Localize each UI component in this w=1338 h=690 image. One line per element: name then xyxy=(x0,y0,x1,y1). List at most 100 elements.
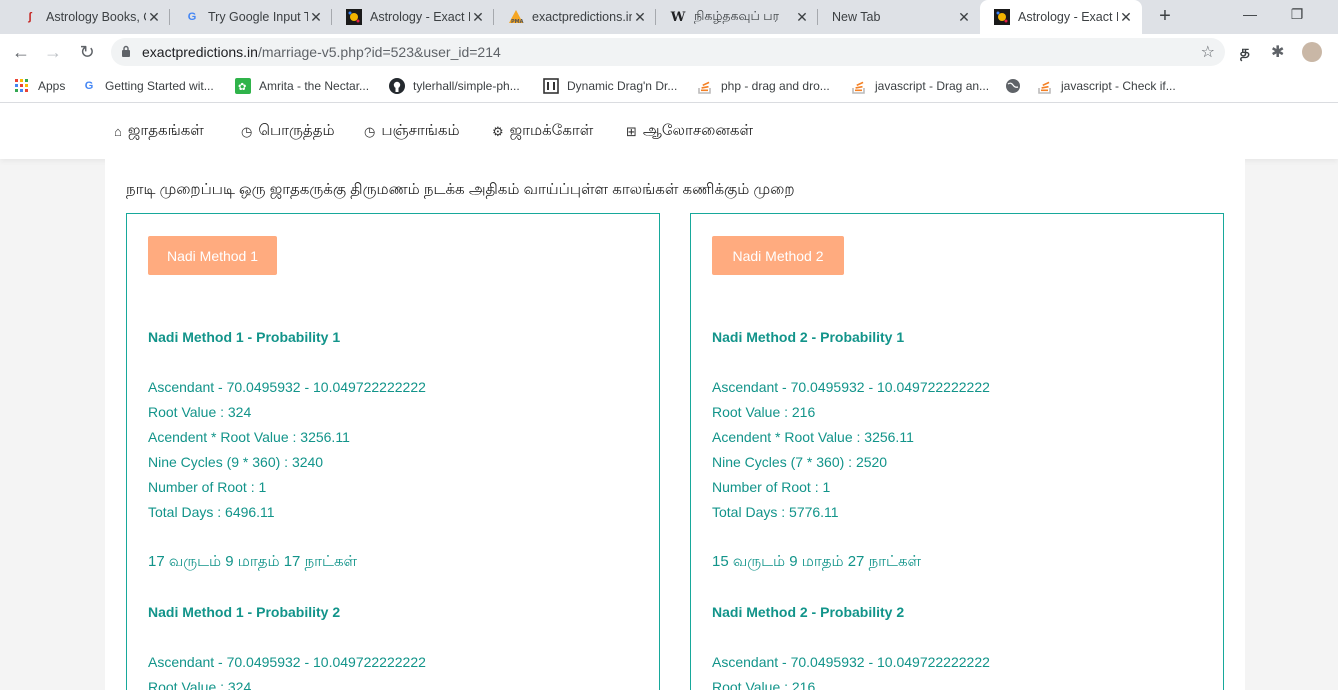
close-icon[interactable]: ✕ xyxy=(470,9,486,26)
nav-matching[interactable]: ◷ பொருத்தம் xyxy=(241,122,335,141)
tab-title: Astrology Books, C xyxy=(46,10,146,24)
book-icon xyxy=(543,78,559,94)
content-container: நாடி முறைப்படி ஒரு ஜாதகருக்கு திருமணம் ந… xyxy=(105,159,1245,690)
tab-5[interactable]: New Tab ✕ xyxy=(818,0,980,34)
nadi-method-1-button[interactable]: Nadi Method 1 xyxy=(148,236,277,275)
ascendant-root-value: Acendent * Root Value : 3256.11 xyxy=(148,429,350,445)
close-icon[interactable]: ✕ xyxy=(146,9,162,26)
site-navbar: ⌂ ஜாதகங்கள் ◷ பொருத்தம் ◷ பஞ்சாங்கம் ⚙ ஜ… xyxy=(0,103,1338,159)
bookmark-js-drag[interactable]: javascript - Drag an... xyxy=(851,77,989,95)
bookmark-apps[interactable]: Apps xyxy=(14,77,65,95)
lock-icon xyxy=(122,45,130,57)
home-icon: ⌂ xyxy=(114,124,122,139)
restore-icon[interactable]: ❐ xyxy=(1285,6,1309,26)
close-icon[interactable]: ✕ xyxy=(308,9,324,26)
bookmark-label: Getting Started wit... xyxy=(105,79,214,93)
nav-label: ஜாதகங்கள் xyxy=(127,122,204,139)
duration-text: 15 வருடம் 9 மாதம் 27 நாட்கள் xyxy=(712,553,922,570)
total-days: Total Days : 6496.11 xyxy=(148,504,275,520)
nav-horoscopes[interactable]: ⌂ ஜாதகங்கள் xyxy=(114,122,204,141)
forward-arrow-icon[interactable]: → xyxy=(41,40,65,64)
close-icon[interactable]: ✕ xyxy=(632,9,648,26)
bookmark-github[interactable]: tylerhall/simple-ph... xyxy=(389,77,520,95)
new-tab-button[interactable]: + xyxy=(1153,5,1177,29)
close-icon[interactable]: ✕ xyxy=(794,9,810,26)
root-value: Root Value : 216 xyxy=(712,679,816,690)
tab-title: Astrology - Exact P xyxy=(370,10,470,24)
google-icon: G xyxy=(187,11,197,23)
tab-title: Astrology - Exact P xyxy=(1018,10,1118,24)
bookmark-js-check[interactable]: javascript - Check if... xyxy=(1037,77,1176,95)
tab-2[interactable]: Astrology - Exact P ✕ xyxy=(332,0,494,34)
tab-title: நிகழ்தகவுப் பர xyxy=(694,9,780,23)
root-value: Root Value : 216 xyxy=(712,404,816,420)
tab-4[interactable]: W நிகழ்தகவுப் பர ✕ xyxy=(656,0,818,34)
bookmark-dynamic-drag[interactable]: Dynamic Drag'n Dr... xyxy=(543,77,677,95)
tab-3[interactable]: PMA exactpredictions.in ✕ xyxy=(494,0,656,34)
intro-text: நாடி முறைப்படி ஒரு ஜாதகருக்கு திருமணம் ந… xyxy=(126,181,795,198)
minimize-icon[interactable]: — xyxy=(1238,6,1262,26)
bookmarks-bar: Apps G Getting Started wit... ✿ Amrita -… xyxy=(0,70,1338,103)
tamil-extension-icon[interactable]: த xyxy=(1240,43,1250,62)
nav-label: ஆலோசனைகள் xyxy=(642,122,753,139)
pdf-red-icon: ʃ xyxy=(28,11,32,23)
root-value: Root Value : 324 xyxy=(148,404,252,420)
nadi-method-1-card: Nadi Method 1 Nadi Method 1 - Probabilit… xyxy=(126,213,660,690)
nadi-method-2-button[interactable]: Nadi Method 2 xyxy=(712,236,844,275)
bookmark-label: Dynamic Drag'n Dr... xyxy=(567,79,678,93)
amrita-icon: ✿ xyxy=(235,78,251,94)
number-of-root: Number of Root : 1 xyxy=(148,479,267,495)
tab-6-active[interactable]: Astrology - Exact P ✕ xyxy=(980,0,1142,34)
pma-icon: PMA xyxy=(508,9,524,25)
bookmark-getting-started[interactable]: G Getting Started wit... xyxy=(81,77,214,95)
tab-0[interactable]: ʃ Astrology Books, C ✕ xyxy=(8,0,170,34)
puzzle-icon[interactable]: ✱ xyxy=(1271,42,1284,62)
address-bar[interactable]: exactpredictions.in/marriage-v5.php?id=5… xyxy=(111,38,1225,66)
bookmark-amrita[interactable]: ✿ Amrita - the Nectar... xyxy=(235,77,369,95)
stackoverflow-icon xyxy=(1037,78,1053,94)
bookmark-label: javascript - Check if... xyxy=(1061,79,1176,93)
total-days: Total Days : 5776.11 xyxy=(712,504,839,520)
bookmark-php-drag[interactable]: php - drag and dro... xyxy=(697,77,830,95)
back-arrow-icon[interactable]: ← xyxy=(9,40,33,64)
astro-icon xyxy=(346,9,362,25)
google-icon: G xyxy=(84,80,94,92)
probability-2-title: Nadi Method 2 - Probability 2 xyxy=(712,604,905,620)
close-icon[interactable]: ✕ xyxy=(956,9,972,26)
nine-cycles: Nine Cycles (7 * 360) : 2520 xyxy=(712,454,888,470)
url-path: /marriage-v5.php?id=523&user_id=214 xyxy=(257,44,501,60)
ascendant-value: Ascendant - 70.0495932 - 10.049722222222 xyxy=(712,654,990,670)
nav-label: ஜாமக்கோள் xyxy=(509,122,594,139)
astro-icon xyxy=(994,9,1010,25)
url-text: exactpredictions.in/marriage-v5.php?id=5… xyxy=(142,44,501,60)
page-viewport: ⌂ ஜாதகங்கள் ◷ பொருத்தம் ◷ பஞ்சாங்கம் ⚙ ஜ… xyxy=(0,103,1338,690)
nav-label: பொருத்தம் xyxy=(258,122,335,139)
ascendant-root-value: Acendent * Root Value : 3256.11 xyxy=(712,429,914,445)
stackoverflow-icon xyxy=(851,78,867,94)
nine-cycles: Nine Cycles (9 * 360) : 3240 xyxy=(148,454,324,470)
nav-panchangam[interactable]: ◷ பஞ்சாங்கம் xyxy=(364,122,460,141)
gear-icon: ⚙ xyxy=(492,123,504,139)
reload-icon[interactable]: ↻ xyxy=(75,40,99,64)
avatar[interactable] xyxy=(1302,42,1322,62)
bookmark-label: tylerhall/simple-ph... xyxy=(413,79,520,93)
nav-consultations[interactable]: ⊞ ஆலோசனைகள் xyxy=(626,122,753,141)
probability-1-title: Nadi Method 2 - Probability 1 xyxy=(712,329,905,345)
tab-1[interactable]: G Try Google Input T ✕ xyxy=(170,0,332,34)
bookmark-label: Amrita - the Nectar... xyxy=(259,79,370,93)
number-of-root: Number of Root : 1 xyxy=(712,479,831,495)
nav-jamakol[interactable]: ⚙ ஜாமக்கோள் xyxy=(492,122,593,141)
grid-icon: ⊞ xyxy=(626,123,637,139)
probability-1-title: Nadi Method 1 - Probability 1 xyxy=(148,329,341,345)
nav-label: பஞ்சாங்கம் xyxy=(381,122,460,139)
bookmark-star-icon[interactable]: ☆ xyxy=(1201,42,1215,62)
browser-toolbar: ← → ↻ exactpredictions.in/marriage-v5.ph… xyxy=(0,34,1338,70)
bookmark-globe[interactable] xyxy=(1005,77,1029,95)
bookmark-label: Apps xyxy=(38,79,66,93)
close-icon[interactable]: ✕ xyxy=(1118,9,1134,26)
bookmark-label: php - drag and dro... xyxy=(721,79,830,93)
ascendant-value: Ascendant - 70.0495932 - 10.049722222222 xyxy=(712,379,990,395)
tab-title: New Tab xyxy=(832,10,881,24)
svg-text:✿: ✿ xyxy=(238,82,246,93)
bookmark-label: javascript - Drag an... xyxy=(875,79,990,93)
